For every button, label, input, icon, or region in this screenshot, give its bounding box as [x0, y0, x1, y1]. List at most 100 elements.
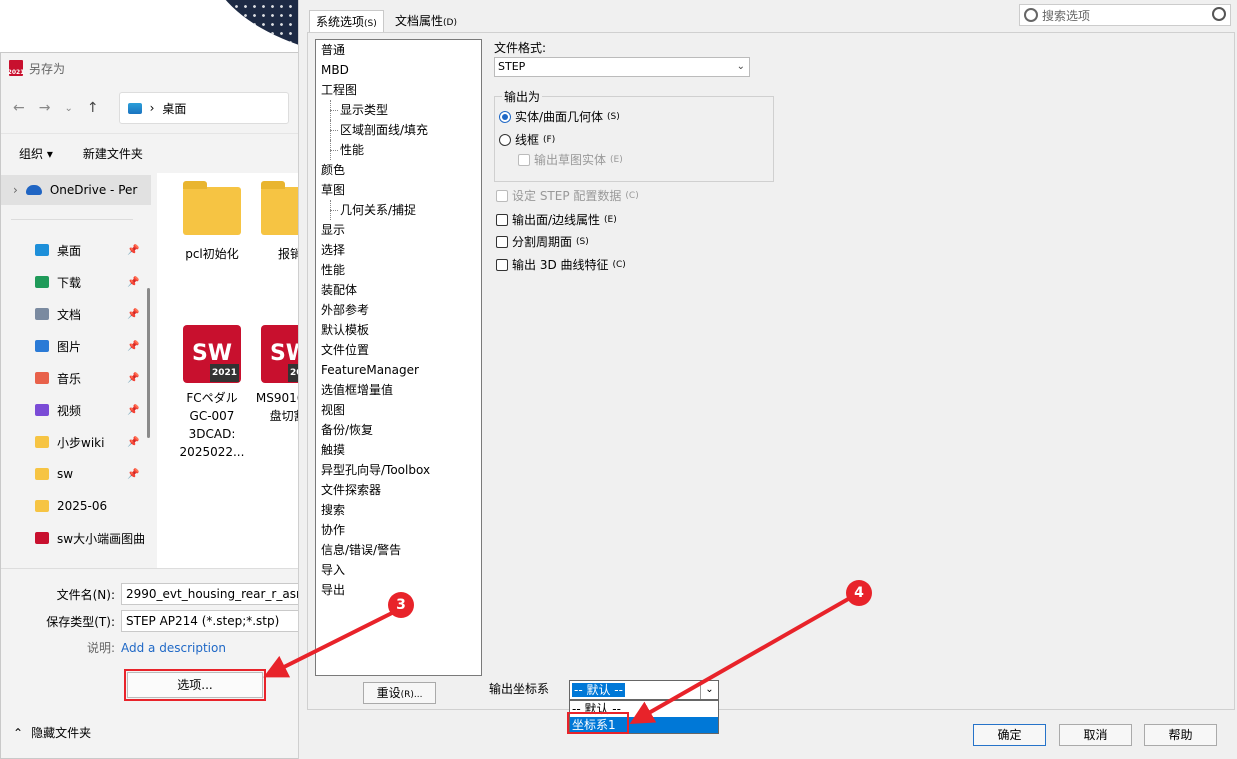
- description-row: 说明: Add a description: [1, 639, 226, 656]
- step-config-checkbox[interactable]: 设定 STEP 配置数据 (C): [496, 187, 639, 204]
- pin-icon[interactable]: 📌: [127, 277, 139, 288]
- curve-3d-checkbox[interactable]: 输出 3D 曲线特征 (C): [496, 256, 626, 273]
- output-coord-label: 输出坐标系: [489, 682, 550, 696]
- pin-icon[interactable]: 📌: [127, 469, 139, 480]
- checkbox-icon: [496, 189, 508, 202]
- recent-chevron-icon[interactable]: ⌄: [64, 103, 72, 114]
- face-edge-props-checkbox[interactable]: 输出面/边线属性 (E): [496, 211, 617, 228]
- checkbox-shortcut: (S): [576, 236, 589, 247]
- nav-item[interactable]: 图片 📌: [1, 330, 151, 362]
- nav-item-icon: [35, 276, 49, 288]
- folder-item[interactable]: pcl初始化: [177, 181, 247, 263]
- tree-item[interactable]: 选值框增量值: [316, 380, 481, 400]
- back-arrow-icon[interactable]: ←: [13, 100, 25, 116]
- filename-input[interactable]: 2990_evt_housing_rear_r_asm: [121, 583, 301, 605]
- tree-item[interactable]: 文件位置: [316, 340, 481, 360]
- search-options-field[interactable]: 搜索选项: [1019, 4, 1231, 26]
- tree-item[interactable]: FeatureManager: [316, 360, 481, 380]
- nav-item-label: 音乐: [57, 371, 82, 386]
- pin-icon[interactable]: 📌: [127, 309, 139, 320]
- tree-item[interactable]: 文件探索器: [316, 480, 481, 500]
- tree-item[interactable]: 草图: [316, 180, 481, 200]
- nav-item[interactable]: 2025-06: [1, 490, 151, 522]
- tree-item[interactable]: 性能: [316, 260, 481, 280]
- tree-item[interactable]: 颜色: [316, 160, 481, 180]
- wireframe-radio[interactable]: 线框 (F): [499, 131, 555, 148]
- hide-folders-toggle[interactable]: ⌃ 隐藏文件夹: [13, 724, 91, 741]
- save-form: 文件名(N): 2990_evt_housing_rear_r_asm 保存类型…: [1, 568, 309, 758]
- new-folder-button[interactable]: 新建文件夹: [83, 145, 143, 162]
- cancel-button[interactable]: 取消: [1059, 724, 1132, 746]
- radio-selected-icon: [499, 110, 511, 123]
- tree-item[interactable]: 异型孔向导/Toolbox: [316, 460, 481, 480]
- save-as-window: 2021 另存为 ← → ⌄ ↑ › 桌面 组织 ▾ 新建文件夹 › OneDr…: [0, 52, 310, 759]
- nav-item[interactable]: 文档 📌: [1, 298, 151, 330]
- tree-item[interactable]: 导入: [316, 560, 481, 580]
- tree-item[interactable]: 装配体: [316, 280, 481, 300]
- nav-item[interactable]: 下载 📌: [1, 266, 151, 298]
- pin-icon[interactable]: 📌: [127, 341, 139, 352]
- tree-item[interactable]: 视图: [316, 400, 481, 420]
- nav-scrollbar[interactable]: [147, 288, 150, 438]
- tree-item[interactable]: 几何关系/捕捉: [316, 200, 481, 220]
- organize-button[interactable]: 组织 ▾: [19, 145, 53, 162]
- nav-item[interactable]: 视频 📌: [1, 394, 151, 426]
- tree-item[interactable]: 性能: [316, 140, 481, 160]
- checkbox-label: 输出 3D 曲线特征: [512, 258, 609, 272]
- up-arrow-icon[interactable]: ↑: [87, 100, 99, 116]
- tree-item[interactable]: 默认模板: [316, 320, 481, 340]
- tree-item[interactable]: 触摸: [316, 440, 481, 460]
- onedrive-label: OneDrive - Per: [49, 183, 138, 197]
- chevron-down-icon[interactable]: ⌄: [700, 681, 718, 699]
- forward-arrow-icon[interactable]: →: [39, 100, 51, 116]
- tab-document-properties[interactable]: 文档属性(D): [389, 10, 463, 32]
- filetype-select[interactable]: STEP AP214 (*.step;*.stp): [121, 610, 301, 632]
- tree-item[interactable]: 显示: [316, 220, 481, 240]
- tab-system-options[interactable]: 系统选项(S): [309, 10, 384, 32]
- nav-item-label: 文档: [57, 307, 82, 322]
- expand-chevron-icon[interactable]: ›: [13, 183, 18, 197]
- tree-item[interactable]: 外部参考: [316, 300, 481, 320]
- tree-item[interactable]: MBD: [316, 60, 481, 80]
- tree-item[interactable]: 选择: [316, 240, 481, 260]
- filename-row: 文件名(N): 2990_evt_housing_rear_r_asm: [1, 583, 301, 605]
- split-periodic-checkbox[interactable]: 分割周期面 (S): [496, 233, 589, 250]
- address-bar[interactable]: › 桌面: [118, 92, 289, 124]
- tree-item[interactable]: 信息/错误/警告: [316, 540, 481, 560]
- solid-surface-radio[interactable]: 实体/曲面几何体 (S): [499, 108, 620, 125]
- radio-shortcut: (S): [607, 111, 620, 122]
- nav-item[interactable]: 音乐 📌: [1, 362, 151, 394]
- help-button[interactable]: 帮助: [1144, 724, 1217, 746]
- pin-icon[interactable]: 📌: [127, 245, 139, 256]
- file-format-select[interactable]: STEP ⌄: [494, 57, 750, 77]
- search-icon[interactable]: [1212, 7, 1226, 21]
- tree-item[interactable]: 普通: [316, 40, 481, 60]
- radio-label: 线框: [515, 133, 540, 147]
- add-description-link[interactable]: Add a description: [121, 641, 226, 655]
- tree-item[interactable]: 协作: [316, 520, 481, 540]
- gear-icon[interactable]: [1024, 8, 1038, 22]
- sw-file-item[interactable]: SW 2021 FCペダルGC-007 3DCAD: 2025022...: [177, 325, 247, 461]
- output-coord-select[interactable]: -- 默认 -- ⌄: [569, 680, 719, 700]
- file-format-value: STEP: [498, 60, 526, 73]
- pin-icon[interactable]: 📌: [127, 405, 139, 416]
- tree-item[interactable]: 备份/恢复: [316, 420, 481, 440]
- export-sketch-entities-checkbox[interactable]: 输出草图实体 (E): [518, 151, 623, 168]
- nav-item[interactable]: sw大小端画图曲: [1, 522, 151, 554]
- reset-button[interactable]: 重设(R)...: [363, 682, 436, 704]
- tree-item[interactable]: 显示类型: [316, 100, 481, 120]
- onedrive-item[interactable]: › OneDrive - Per: [1, 175, 151, 205]
- nav-item[interactable]: sw 📌: [1, 458, 151, 490]
- nav-item[interactable]: 桌面 📌: [1, 234, 151, 266]
- tree-item[interactable]: 工程图: [316, 80, 481, 100]
- tree-item[interactable]: 区域剖面线/填充: [316, 120, 481, 140]
- ok-button[interactable]: 确定: [973, 724, 1046, 746]
- navigation-pane: › OneDrive - Per 桌面 📌 下载 📌 文档 📌 图片 📌 音乐 📌 视频 📌 小步wik…: [1, 173, 151, 623]
- checkbox-icon: [496, 235, 508, 248]
- pin-icon[interactable]: 📌: [127, 373, 139, 384]
- pin-icon[interactable]: 📌: [127, 437, 139, 448]
- nav-item[interactable]: 小步wiki 📌: [1, 426, 151, 458]
- checkbox-label: 设定 STEP 配置数据: [512, 189, 622, 203]
- tree-item[interactable]: 搜索: [316, 500, 481, 520]
- nav-item-icon: [35, 340, 49, 352]
